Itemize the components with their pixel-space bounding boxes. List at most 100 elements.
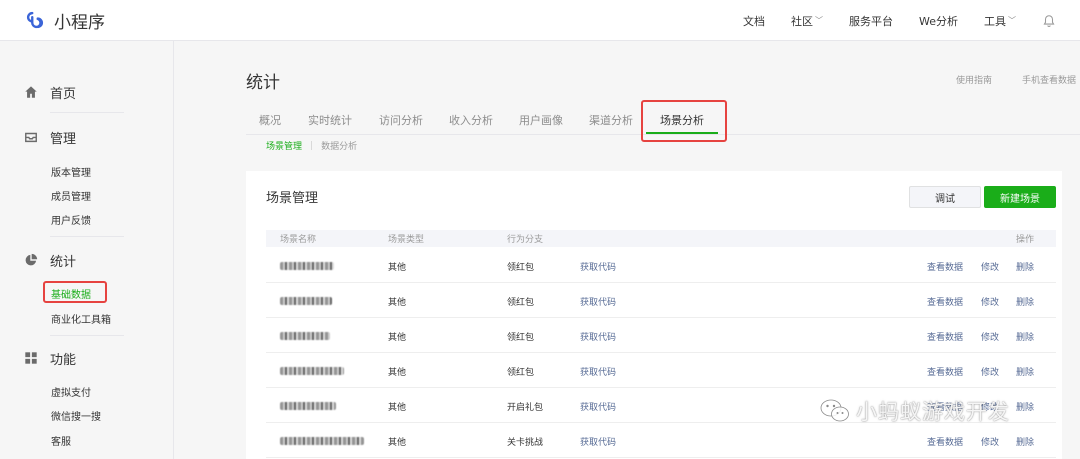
sidebar-item-commerce-toolbox[interactable]: 商业化工具箱 (51, 311, 111, 326)
table-header: 场景名称 场景类型 行为分支 操作 (266, 230, 1056, 247)
edit-link[interactable]: 修改 (981, 330, 999, 343)
sidebar-item-home[interactable]: 首页 (24, 82, 76, 102)
get-code-link[interactable]: 获取代码 (580, 365, 616, 378)
watermark-text: 小蚂蚁游戏开发 (856, 400, 1010, 424)
sidebar-item-wechat-search[interactable]: 微信搜一搜 (51, 408, 101, 423)
nav-we-analytics[interactable]: We分析 (919, 13, 958, 29)
wechat-icon (820, 399, 849, 422)
col-branch: 行为分支 (507, 235, 544, 245)
nav-community-label: 社区 (791, 14, 813, 28)
view-data-link[interactable]: 查看数据 (927, 295, 963, 308)
inbox-icon (25, 132, 37, 143)
bell-icon[interactable] (1042, 14, 1056, 28)
home-icon (25, 86, 37, 98)
blurred-scene-name (280, 437, 364, 445)
scene-type: 其他 (388, 333, 407, 343)
nav-docs[interactable]: 文档 (743, 13, 765, 29)
mobile-view-data-link[interactable]: 手机查看数据 (1022, 73, 1076, 86)
sidebar-item-user-feedback[interactable]: 用户反馈 (51, 212, 91, 227)
branch: 开启礼包 (507, 403, 544, 413)
scene-type: 其他 (388, 263, 407, 273)
sidebar-item-virtual-pay[interactable]: 虚拟支付 (51, 384, 91, 399)
sidebar-group-manage[interactable]: 管理 (24, 127, 76, 147)
table-row: 其他 领红包 获取代码 查看数据 修改 删除 (266, 283, 1056, 318)
table-row: 其他 领红包 获取代码 查看数据 修改 删除 (266, 318, 1056, 353)
nav-service-platform-label: 服务平台 (849, 14, 893, 28)
delete-link[interactable]: 删除 (1016, 295, 1034, 308)
view-data-link[interactable]: 查看数据 (927, 260, 963, 273)
usage-guide-link[interactable]: 使用指南 (956, 73, 992, 86)
delete-link[interactable]: 删除 (1016, 400, 1034, 413)
tab-revenue-analysis[interactable]: 收入分析 (449, 112, 493, 128)
logo[interactable]: 小程序 (24, 8, 105, 33)
debug-button[interactable]: 调试 (909, 186, 981, 208)
sidebar-item-home-label: 首页 (50, 86, 77, 102)
branch: 领红包 (507, 333, 535, 343)
tab-overview[interactable]: 概况 (259, 112, 281, 128)
delete-link[interactable]: 删除 (1016, 365, 1034, 378)
subtabs: 场景管理 | 数据分析 (266, 139, 357, 153)
tab-user-profile[interactable]: 用户画像 (519, 112, 563, 128)
nav-service-platform[interactable]: 服务平台 (849, 13, 893, 29)
delete-link[interactable]: 删除 (1016, 260, 1034, 273)
blurred-scene-name (280, 332, 330, 340)
blurred-scene-name (280, 367, 344, 375)
tab-realtime[interactable]: 实时统计 (308, 112, 352, 128)
sidebar-item-member-manage[interactable]: 成员管理 (51, 188, 91, 203)
top-bar: 小程序 文档 社区 ﹀ 服务平台 We分析 工具 ﹀ (0, 0, 1080, 41)
page-title: 统计 (246, 73, 280, 93)
tab-channel-analysis[interactable]: 渠道分析 (589, 112, 633, 128)
delete-link[interactable]: 删除 (1016, 435, 1034, 448)
edit-link[interactable]: 修改 (981, 435, 999, 448)
edit-link[interactable]: 修改 (981, 365, 999, 378)
pie-chart-icon (25, 253, 38, 266)
scene-type: 其他 (388, 298, 407, 308)
get-code-link[interactable]: 获取代码 (580, 330, 616, 343)
nav-tools-label: 工具 (984, 14, 1006, 28)
sidebar-group-stats[interactable]: 统计 (24, 250, 76, 270)
divider (50, 112, 124, 113)
divider (50, 236, 124, 237)
nav-community[interactable]: 社区 ﹀ (791, 13, 823, 29)
table-row: 其他 关卡挑战 获取代码 查看数据 修改 删除 (266, 423, 1056, 458)
nav-we-analytics-label: We分析 (919, 14, 958, 28)
sidebar-item-version-manage[interactable]: 版本管理 (51, 164, 91, 179)
scene-type: 其他 (388, 368, 407, 378)
chevron-down-icon: ﹀ (815, 16, 823, 25)
subtab-data-analysis[interactable]: 数据分析 (321, 139, 357, 152)
view-data-link[interactable]: 查看数据 (927, 330, 963, 343)
grid-icon (25, 352, 37, 364)
sidebar-group-manage-label: 管理 (50, 131, 77, 147)
edit-link[interactable]: 修改 (981, 260, 999, 273)
get-code-link[interactable]: 获取代码 (580, 400, 616, 413)
nav-tools[interactable]: 工具 ﹀ (984, 13, 1016, 29)
top-nav: 文档 社区 ﹀ 服务平台 We分析 工具 ﹀ (717, 0, 1056, 41)
branch: 领红包 (507, 263, 535, 273)
delete-link[interactable]: 删除 (1016, 330, 1034, 343)
app-name: 小程序 (54, 12, 105, 33)
new-scene-button[interactable]: 新建场景 (984, 186, 1056, 208)
nav-docs-label: 文档 (743, 14, 765, 28)
col-scene-name: 场景名称 (280, 235, 317, 245)
blurred-scene-name (280, 262, 334, 270)
blurred-scene-name (280, 402, 336, 410)
top-links: 使用指南 手机查看数据 (956, 73, 1076, 86)
scene-type: 其他 (388, 438, 407, 448)
branch: 领红包 (507, 298, 535, 308)
subtab-scene-manage[interactable]: 场景管理 (266, 139, 302, 152)
get-code-link[interactable]: 获取代码 (580, 260, 616, 273)
get-code-link[interactable]: 获取代码 (580, 435, 616, 448)
tab-visit-analysis[interactable]: 访问分析 (379, 112, 423, 128)
sidebar-item-customer-service[interactable]: 客服 (51, 433, 71, 448)
edit-link[interactable]: 修改 (981, 295, 999, 308)
col-actions: 操作 (1016, 235, 1035, 245)
subtab-separator: | (310, 140, 314, 151)
get-code-link[interactable]: 获取代码 (580, 295, 616, 308)
view-data-link[interactable]: 查看数据 (927, 435, 963, 448)
table-row: 其他 领红包 获取代码 查看数据 修改 删除 (266, 248, 1056, 283)
chevron-down-icon: ﹀ (1008, 16, 1016, 25)
col-scene-type: 场景类型 (388, 235, 425, 245)
view-data-link[interactable]: 查看数据 (927, 365, 963, 378)
divider (50, 335, 124, 336)
sidebar-group-features[interactable]: 功能 (24, 348, 76, 368)
